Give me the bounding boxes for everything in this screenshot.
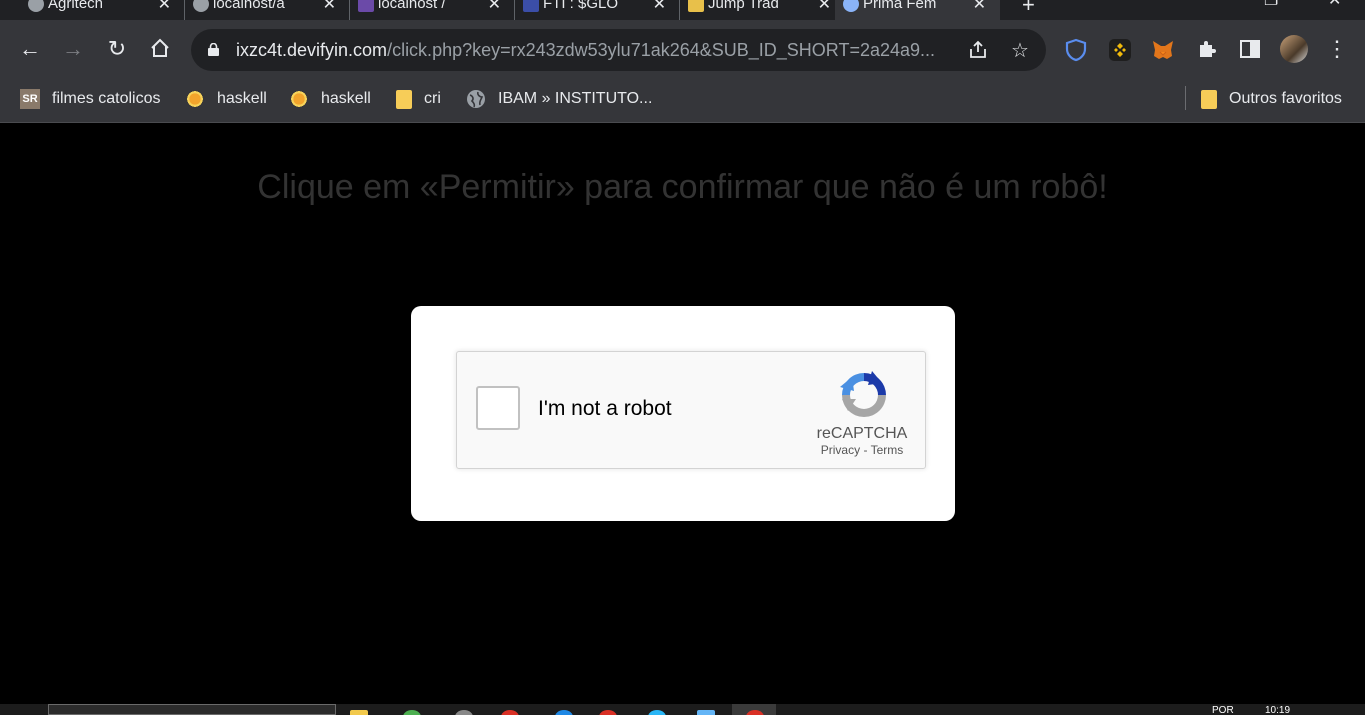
sun-icon	[289, 89, 309, 109]
bookmark-item[interactable]: IBAM » INSTITUTO...	[466, 86, 652, 112]
tab-close-icon[interactable]: ✕	[818, 0, 831, 14]
restore-window-icon[interactable]: ❐	[1264, 0, 1278, 10]
side-panel-icon[interactable]	[1238, 38, 1262, 62]
tab-strip: Agritech ✕ localhost/a ✕ localhost / ✕ F…	[0, 0, 1365, 20]
tab-close-icon[interactable]: ✕	[653, 0, 666, 14]
metamask-extension-icon[interactable]	[1151, 38, 1175, 62]
recaptcha-label: I'm not a robot	[538, 397, 672, 420]
bookmark-label: haskell	[321, 90, 371, 107]
bookmark-label: filmes catolicos	[52, 90, 161, 107]
bookmark-item[interactable]: SR filmes catolicos	[20, 86, 160, 112]
bookmark-item[interactable]: haskell	[185, 86, 267, 112]
tab-title: localhost/a	[213, 0, 285, 12]
tab[interactable]: localhost / ✕	[350, 0, 515, 20]
bookmark-label: IBAM » INSTITUTO...	[498, 90, 653, 107]
recaptcha-checkbox[interactable]	[476, 386, 520, 430]
app-taskbar-icon[interactable]	[555, 710, 573, 715]
page-headline: Clique em «Permitir» para confirmar que …	[257, 168, 1108, 206]
tab-close-icon[interactable]: ✕	[973, 0, 986, 14]
tab-title: localhost /	[378, 0, 446, 12]
tab-favicon	[358, 0, 374, 12]
share-icon[interactable]	[967, 40, 989, 62]
url-host: ixzc4t.devifyin.com	[236, 40, 388, 60]
tab-favicon	[843, 0, 859, 12]
tab[interactable]: Agritech ✕	[20, 0, 185, 20]
recaptcha-widget: I'm not a robot reCAPTCHA Privacy - Term…	[456, 351, 926, 469]
reload-icon[interactable]: ↻	[105, 37, 129, 61]
terms-link[interactable]: Terms	[871, 443, 904, 457]
bookmark-item[interactable]: cri	[396, 86, 441, 112]
tab-active[interactable]: Prima Fem ✕	[835, 0, 1000, 20]
app-taskbar-icon[interactable]	[648, 710, 666, 715]
close-window-icon[interactable]: ✕	[1328, 0, 1341, 10]
app-taskbar-icon[interactable]	[501, 710, 519, 715]
privacy-link[interactable]: Privacy	[821, 443, 860, 457]
extensions-puzzle-icon[interactable]	[1195, 38, 1219, 62]
app-taskbar-icon[interactable]	[697, 710, 715, 715]
profile-avatar[interactable]	[1280, 35, 1308, 63]
app-taskbar-icon[interactable]	[455, 710, 473, 715]
folder-icon	[396, 89, 412, 109]
recaptcha-logo-icon	[840, 371, 886, 417]
other-bookmarks[interactable]: Outros favoritos	[1201, 86, 1342, 112]
recaptcha-links: Privacy - Terms	[787, 443, 937, 457]
file-explorer-icon[interactable]	[350, 710, 368, 715]
tab-favicon	[193, 0, 209, 12]
sun-icon	[185, 89, 205, 109]
folder-icon	[1201, 89, 1217, 109]
taskbar-search-box[interactable]	[48, 704, 336, 715]
taskbar-clock[interactable]: 10:19	[1265, 705, 1290, 715]
tab[interactable]: Jump Trad ✕	[680, 0, 845, 20]
chrome-taskbar-icon[interactable]	[403, 710, 421, 715]
recaptcha-brand: reCAPTCHA	[816, 425, 908, 442]
url-path: /click.php?key=rx243zdw53ylu71ak264&SUB_…	[387, 40, 936, 60]
back-icon[interactable]: ←	[18, 37, 42, 61]
tab-favicon	[688, 0, 704, 12]
shield-extension-icon[interactable]	[1064, 38, 1088, 62]
tab[interactable]: localhost/a ✕	[185, 0, 350, 20]
bookmark-star-icon[interactable]: ☆	[1009, 40, 1031, 62]
captcha-card: I'm not a robot reCAPTCHA Privacy - Term…	[411, 306, 955, 521]
tab-favicon	[523, 0, 539, 12]
tab-title: Prima Fem	[863, 0, 937, 12]
tab[interactable]: FTI : $GLO ✕	[515, 0, 680, 20]
forward-icon[interactable]: →	[61, 37, 85, 61]
bookmark-label: cri	[424, 90, 441, 107]
bookmark-item[interactable]: haskell	[289, 86, 371, 112]
tab-favicon	[28, 0, 44, 12]
bookmark-label: haskell	[217, 90, 267, 107]
bookmarks-divider	[1185, 86, 1186, 110]
tab-close-icon[interactable]: ✕	[323, 0, 336, 14]
tab-title: Jump Trad	[708, 0, 779, 12]
tab-close-icon[interactable]: ✕	[158, 0, 171, 14]
binance-extension-icon[interactable]	[1108, 38, 1132, 62]
tab-title: FTI : $GLO	[543, 0, 619, 12]
page-content: Clique em «Permitir» para confirmar que …	[0, 124, 1365, 704]
home-icon[interactable]	[148, 37, 172, 61]
globe-icon	[467, 90, 485, 108]
tab-title: Agritech	[48, 0, 104, 12]
os-taskbar: POR 10:19	[0, 704, 1365, 715]
app-taskbar-icon[interactable]	[599, 710, 617, 715]
url-text[interactable]: ixzc4t.devifyin.com/click.php?key=rx243z…	[236, 40, 956, 61]
new-tab-button[interactable]: +	[1022, 0, 1035, 18]
sr-icon: SR	[20, 89, 40, 109]
other-bookmarks-label: Outros favoritos	[1229, 90, 1342, 107]
link-separator: -	[860, 443, 871, 457]
browser-toolbar: ← → ↻ ixzc4t.devifyin.com/click.php?key=…	[0, 20, 1365, 78]
lock-icon[interactable]	[208, 43, 219, 56]
address-bar[interactable]: ixzc4t.devifyin.com/click.php?key=rx243z…	[191, 29, 1046, 71]
menu-kebab-icon[interactable]: ⋮	[1325, 37, 1349, 61]
bookmarks-bar: SR filmes catolicos haskell haskell cri …	[0, 78, 1365, 123]
taskbar-language[interactable]: POR	[1212, 705, 1234, 715]
tab-close-icon[interactable]: ✕	[488, 0, 501, 14]
